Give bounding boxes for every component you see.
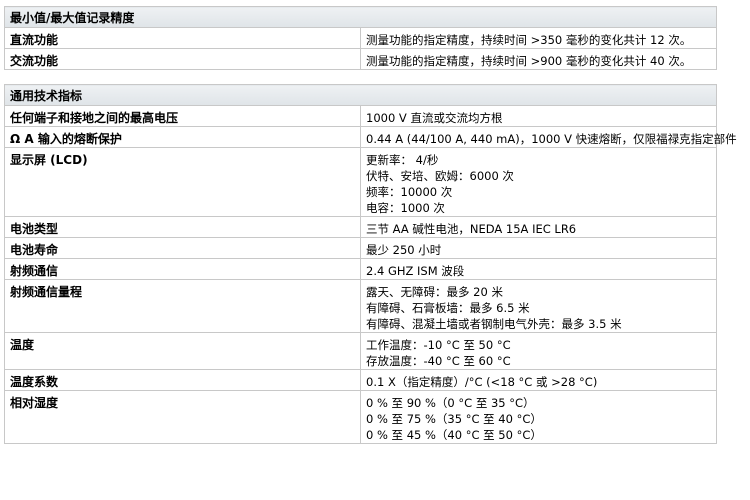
section-title: 通用技术指标 [4, 84, 717, 106]
spec-value-line: 露天、无障碍：最多 20 米 [366, 285, 503, 299]
spec-row: 电池类型 三节 AA 碱性电池，NEDA 15A IEC LR6 [4, 216, 717, 238]
spec-value-line: 三节 AA 碱性电池，NEDA 15A IEC LR6 [366, 222, 577, 236]
spec-label: 直流功能 [4, 27, 361, 49]
spec-value-line: 0 % 至 90 %（0 °C 至 35 °C） [366, 396, 535, 410]
spec-value: 0 % 至 90 %（0 °C 至 35 °C） 0 % 至 75 %（35 °C… [360, 390, 717, 444]
section-spacer [4, 69, 717, 85]
spec-row: 射频通信量程 露天、无障碍：最多 20 米有障碍、石膏板墙：最多 6.5 米有障碍… [4, 279, 717, 333]
spec-label: 射频通信 [4, 258, 361, 280]
spec-label: 温度系数 [4, 369, 361, 391]
spec-label: 电池类型 [4, 216, 361, 238]
spec-label: 温度 [4, 332, 361, 370]
spec-value-line: 测量功能的指定精度，持续时间 >900 毫秒的变化共计 40 次。 [366, 54, 692, 68]
spec-row: 射频通信 2.4 GHZ ISM 波段 [4, 258, 717, 280]
section-header: 最小值/最大值记录精度 [4, 6, 717, 28]
spec-value: 工作温度：-10 °C 至 50 °C 存放温度：-40 °C 至 60 °C [360, 332, 717, 370]
spec-value-line: 有障碍、石膏板墙：最多 6.5 米 [366, 301, 530, 315]
spec-value-line: 2.4 GHZ ISM 波段 [366, 264, 465, 278]
spec-row: 交流功能 测量功能的指定精度，持续时间 >900 毫秒的变化共计 40 次。 [4, 48, 717, 70]
spec-value-line: 伏特、安培、欧姆：6000 次 [366, 169, 514, 183]
spec-value-line: 0.1 X（指定精度）/°C (<18 °C 或 >28 °C) [366, 375, 598, 389]
spec-value-line: 0 % 至 75 %（35 °C 至 40 °C） [366, 412, 542, 426]
spec-label: 射频通信量程 [4, 279, 361, 333]
spec-value: 露天、无障碍：最多 20 米有障碍、石膏板墙：最多 6.5 米有障碍、混凝土墙或… [360, 279, 717, 333]
spec-table-body: 最小值/最大值记录精度 直流功能 测量功能的指定精度，持续时间 >350 毫秒的变化… [4, 6, 737, 444]
spec-value: 最少 250 小时 [360, 237, 717, 259]
spec-label: 交流功能 [4, 48, 361, 70]
spec-value-line: 频率：10000 次 [366, 185, 453, 199]
spec-table: 最小值/最大值记录精度 直流功能 测量功能的指定精度，持续时间 >350 毫秒的变化… [4, 6, 737, 444]
spec-value-line: 最少 250 小时 [366, 243, 442, 257]
spec-row: 任何端子和接地之间的最高电压 1000 V 直流或交流均方根 [4, 105, 717, 127]
spec-row: 温度系数 0.1 X（指定精度）/°C (<18 °C 或 >28 °C) [4, 369, 717, 391]
spec-label: Ω A 输入的熔断保护 [4, 126, 361, 148]
spec-value-line: 测量功能的指定精度，持续时间 >350 毫秒的变化共计 12 次。 [366, 33, 692, 47]
spec-row: 显示屏 (LCD) 更新率： 4/秒 伏特、安培、欧姆：6000 次频率：10000… [4, 147, 717, 217]
spec-label: 电池寿命 [4, 237, 361, 259]
spec-row: 相对湿度 0 % 至 90 %（0 °C 至 35 °C） 0 % 至 75 %（3… [4, 390, 717, 444]
spec-value: 测量功能的指定精度，持续时间 >350 毫秒的变化共计 12 次。 [360, 27, 717, 49]
spec-value: 三节 AA 碱性电池，NEDA 15A IEC LR6 [360, 216, 717, 238]
spec-value: 0.1 X（指定精度）/°C (<18 °C 或 >28 °C) [360, 369, 717, 391]
spec-value-line: 电容：1000 次 [366, 201, 445, 215]
spacer-cell [4, 69, 717, 85]
spec-value-line: 更新率： 4/秒 [366, 153, 439, 167]
section-title: 最小值/最大值记录精度 [4, 6, 717, 28]
spec-value: 2.4 GHZ ISM 波段 [360, 258, 717, 280]
spec-label: 任何端子和接地之间的最高电压 [4, 105, 361, 127]
spec-value: 更新率： 4/秒伏特、安培、欧姆：6000 次频率：10000 次电容：1000… [360, 147, 717, 217]
spec-row: 电池寿命 最少 250 小时 [4, 237, 717, 259]
spec-label: 相对湿度 [4, 390, 361, 444]
spec-value: 测量功能的指定精度，持续时间 >900 毫秒的变化共计 40 次。 [360, 48, 717, 70]
spec-row: 温度 工作温度：-10 °C 至 50 °C 存放温度：-40 °C 至 60 °C [4, 332, 717, 370]
spec-value: 0.44 A (44/100 A, 440 mA)，1000 V 快速熔断，仅限… [360, 126, 737, 148]
spec-value-line: 有障碍、混凝土墙或者钢制电气外壳：最多 3.5 米 [366, 317, 622, 331]
spec-row: Ω A 输入的熔断保护 0.44 A (44/100 A, 440 mA)，100… [4, 126, 737, 148]
spec-value-line: 1000 V 直流或交流均方根 [366, 111, 503, 125]
spec-value-line: 0 % 至 45 %（40 °C 至 50 °C） [366, 428, 542, 442]
spec-value-line: 存放温度：-40 °C 至 60 °C [366, 354, 511, 368]
spec-row: 直流功能 测量功能的指定精度，持续时间 >350 毫秒的变化共计 12 次。 [4, 27, 717, 49]
spec-value-line: 0.44 A (44/100 A, 440 mA)，1000 V 快速熔断，仅限… [366, 132, 737, 146]
spec-label: 显示屏 (LCD) [4, 147, 361, 217]
spec-value: 1000 V 直流或交流均方根 [360, 105, 717, 127]
section-header: 通用技术指标 [4, 84, 717, 106]
spec-value-line: 工作温度：-10 °C 至 50 °C [366, 338, 511, 352]
